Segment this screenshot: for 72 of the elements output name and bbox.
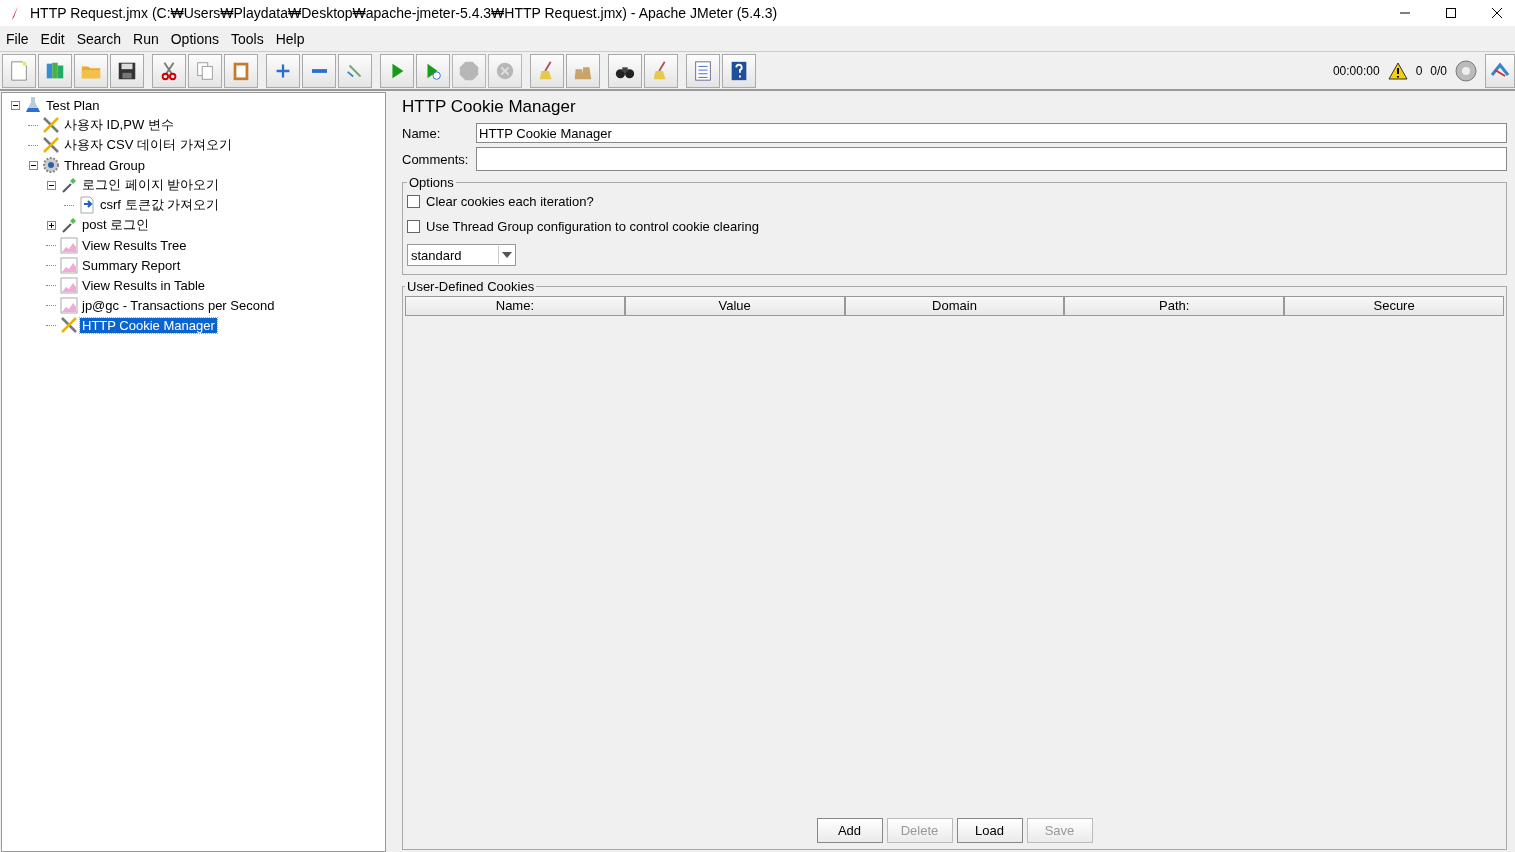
expander-icon[interactable] [10, 100, 20, 110]
action-button[interactable]: Load [956, 818, 1023, 843]
field-label: Comments: [402, 151, 470, 167]
checkbox-label: Clear cookies each iteration? [426, 194, 594, 209]
caret-icon [502, 252, 512, 258]
warning-icon[interactable] [1387, 61, 1408, 80]
chart-icon [60, 236, 78, 254]
tree-item[interactable]: post 로그인 [80, 216, 152, 234]
window-title: HTTP Request.jmx (C:₩Users₩Playdata₩Desktop₩apache-jmeter-5.4.3₩HTTP Request.jmx) - Apache JMeter (5.4.3) [30, 5, 778, 21]
toolbar-button[interactable] [722, 53, 756, 88]
stop-icon [458, 59, 480, 82]
checkbox-label: Use Thread Group configuration to control cookie clearing [426, 219, 759, 234]
tree-item[interactable]: HTTP Cookie Manager [80, 317, 217, 333]
pipette-icon [60, 176, 78, 194]
minus-icon [311, 68, 327, 73]
gear-icon [42, 156, 60, 174]
chart-icon [60, 276, 78, 294]
tree-item[interactable]: Test Plan [44, 97, 102, 113]
group-title: Options [408, 175, 455, 190]
checkbox[interactable] [407, 195, 420, 208]
maximize-icon[interactable] [1445, 7, 1457, 19]
panel-title: HTTP Cookie Manager [402, 97, 577, 117]
group-title: User-Defined Cookies [406, 279, 536, 294]
tree-item[interactable]: View Results in Table [80, 277, 208, 293]
copy-icon [194, 59, 216, 82]
arrow-page-icon [78, 196, 96, 214]
field-label: Name: [402, 125, 442, 141]
tools-icon [42, 116, 60, 134]
expander-icon[interactable] [46, 220, 56, 230]
elapsed-time: 00:00:00 [1332, 63, 1380, 78]
tree-item[interactable]: Thread Group [62, 157, 147, 173]
tools-icon [60, 316, 78, 334]
tree-item[interactable]: jp@gc - Transactions per Second [80, 297, 277, 313]
column-header[interactable]: Domain [844, 296, 1065, 316]
list-icon [692, 59, 714, 82]
expander-icon[interactable] [28, 160, 38, 170]
log-viewer-button[interactable] [1485, 53, 1515, 88]
column-header[interactable]: Name: [405, 296, 625, 316]
blank-page-icon [8, 59, 30, 82]
name-field[interactable]: HTTP Cookie Manager [476, 123, 1507, 143]
column-header[interactable]: Secure [1284, 296, 1504, 316]
menu-item[interactable]: File [6, 30, 29, 47]
tools-icon [42, 136, 60, 154]
status-circle-icon [1455, 59, 1477, 82]
toolbar-button[interactable] [608, 53, 642, 88]
toolbar-button[interactable] [110, 53, 144, 88]
tree-item[interactable]: View Results Tree [80, 237, 189, 253]
checkbox[interactable] [407, 220, 420, 233]
thread-count: 0/0 [1430, 63, 1447, 78]
policy-dropdown[interactable]: standard [407, 244, 516, 266]
column-header[interactable]: Path: [1064, 296, 1285, 316]
error-count: 0 [1415, 63, 1423, 78]
flask-icon [24, 96, 42, 114]
comments-field[interactable] [476, 147, 1507, 171]
menu-item[interactable]: Edit [40, 30, 65, 47]
tree-item[interactable]: 사용자 ID,PW 변수 [62, 116, 176, 134]
chart-icon [60, 256, 78, 274]
close-icon[interactable] [1491, 7, 1503, 19]
menu-item[interactable]: Help [275, 30, 305, 47]
action-button[interactable]: Add [816, 818, 883, 843]
menu-item[interactable]: Search [76, 30, 122, 47]
chart-icon [60, 296, 78, 314]
tree-item[interactable]: Summary Report [80, 257, 183, 273]
tree-item[interactable]: csrf 토큰값 가져오기 [98, 196, 222, 214]
pipette-icon [60, 216, 78, 234]
tree-item[interactable]: 사용자 CSV 데이터 가져오기 [62, 136, 234, 154]
menu-item[interactable]: Options [170, 30, 219, 47]
expander-icon[interactable] [46, 180, 56, 190]
menu-item[interactable]: Tools [231, 30, 264, 47]
menu-item[interactable]: Run [133, 30, 159, 47]
tree-item[interactable]: 로그인 페이지 받아오기 [80, 176, 222, 194]
column-header[interactable]: Value [624, 296, 845, 316]
